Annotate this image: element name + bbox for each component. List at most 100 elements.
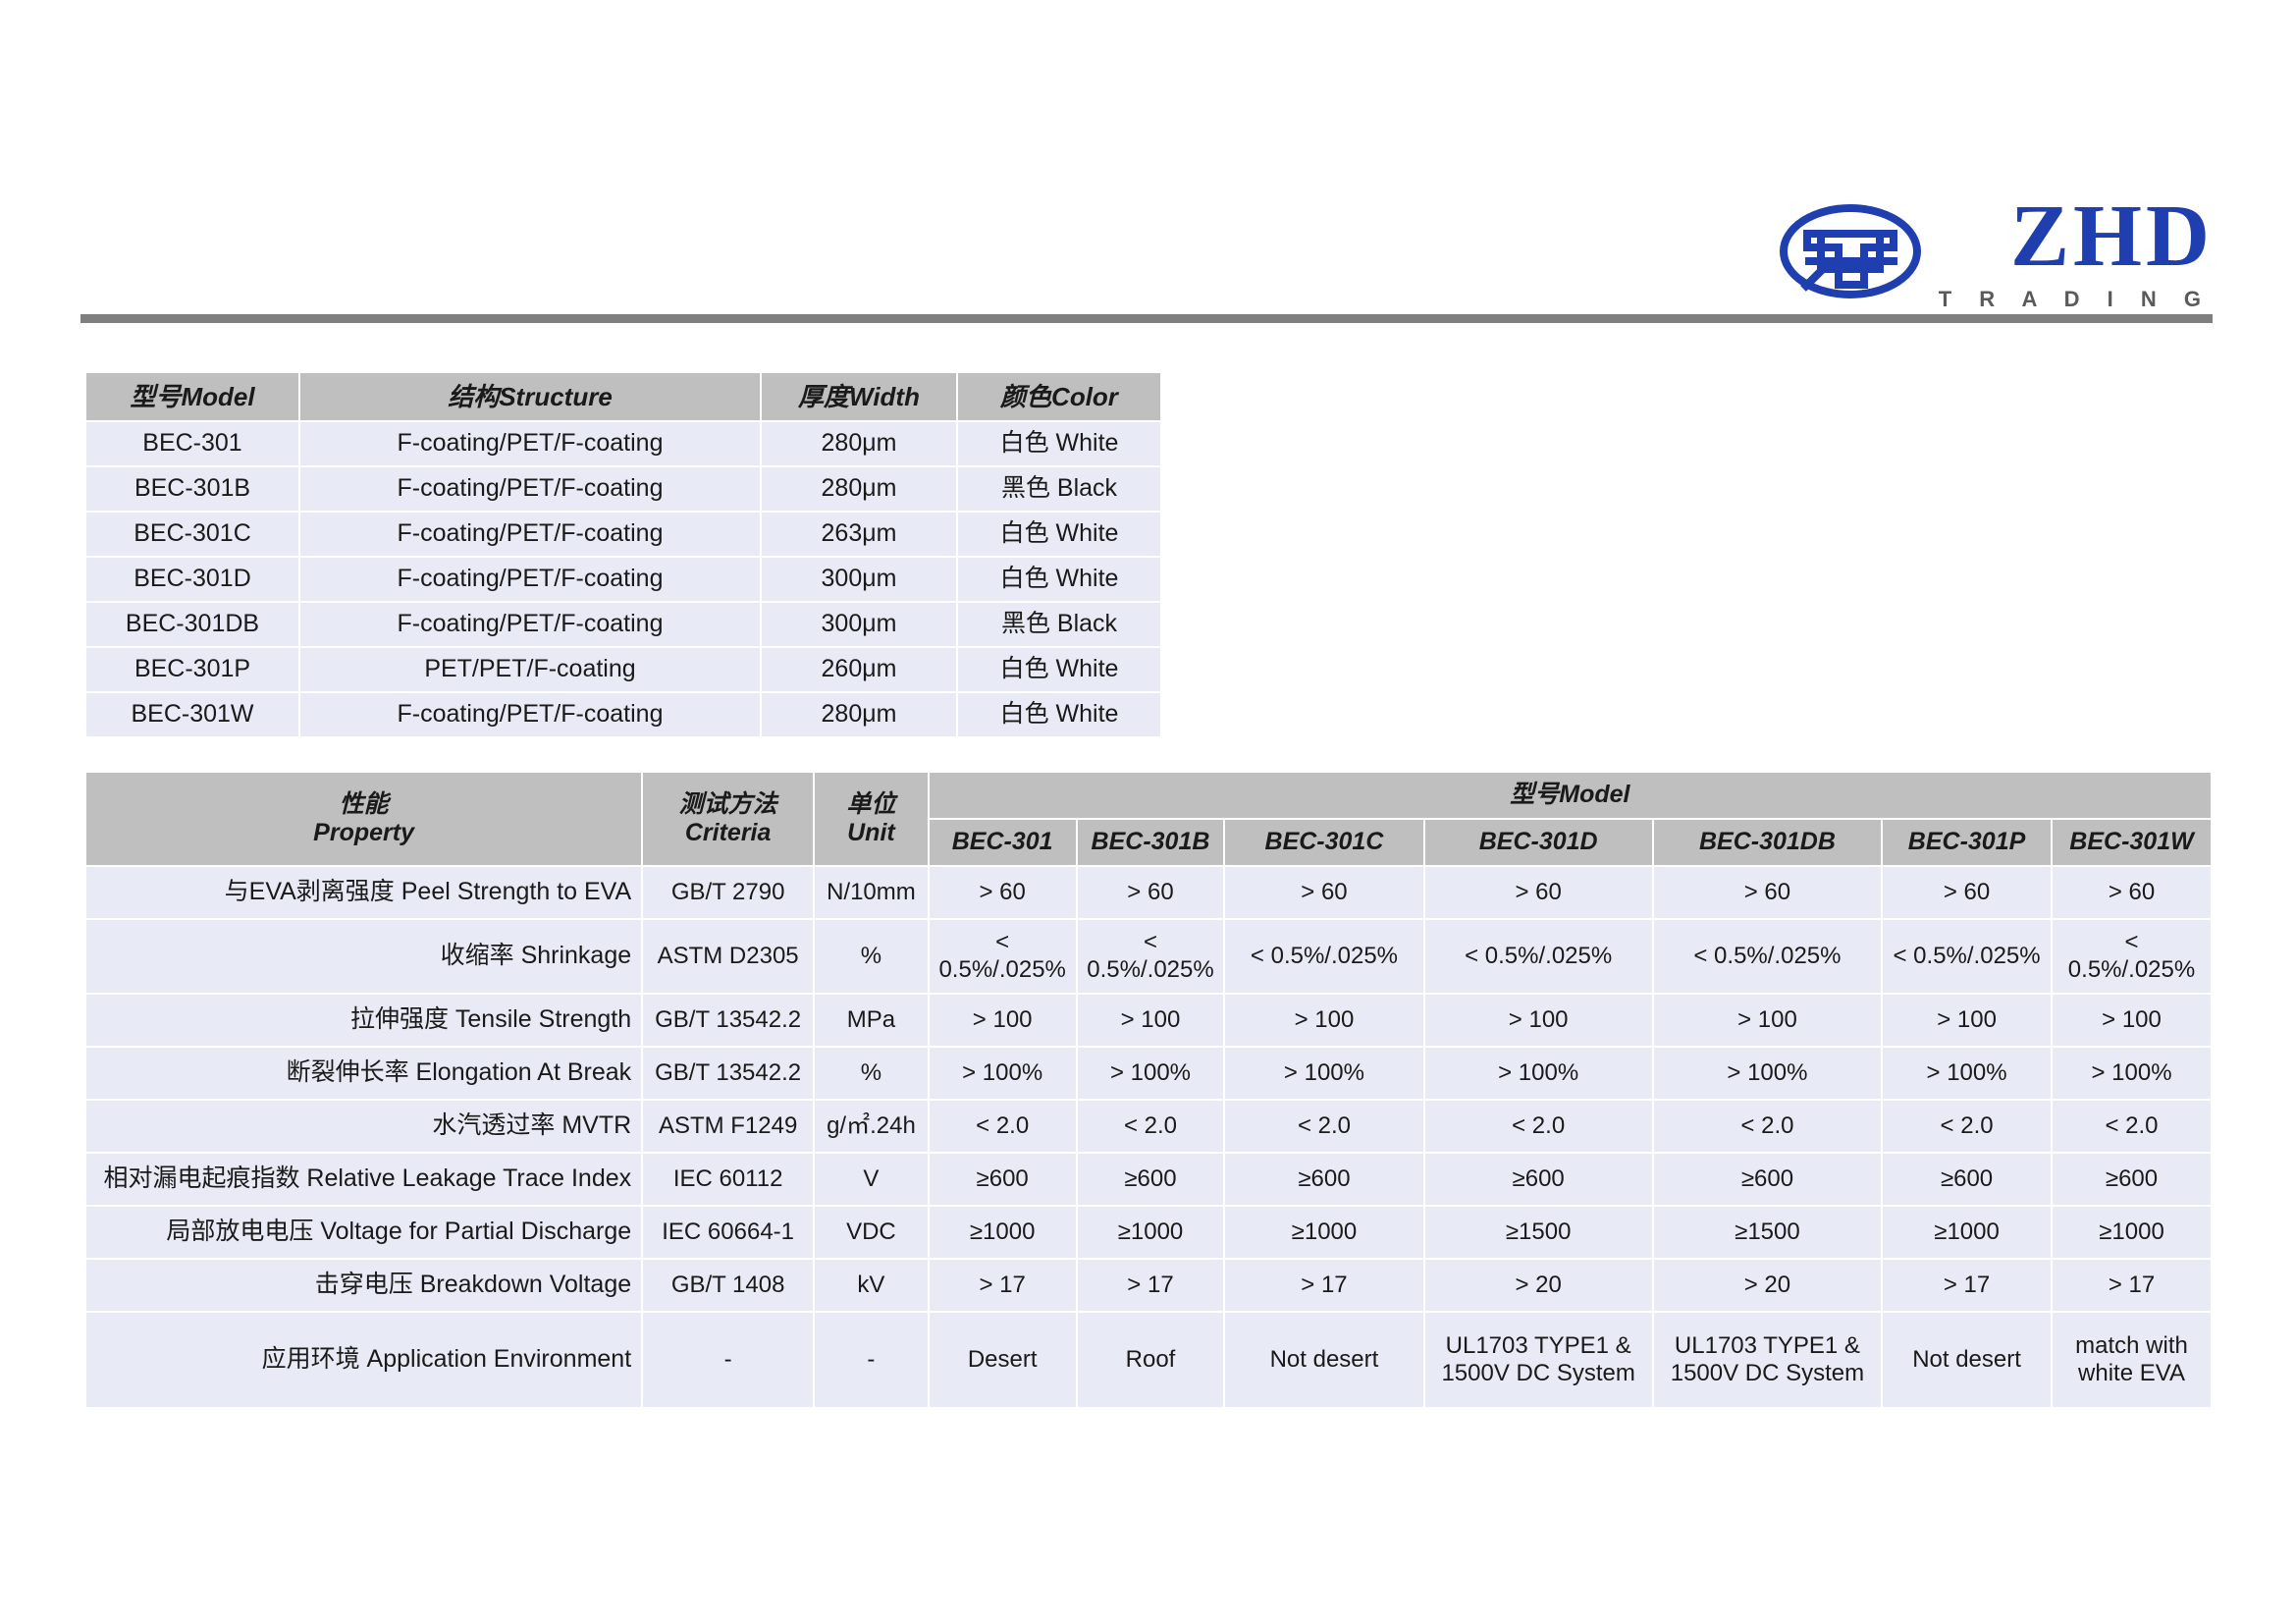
- zhd-ellipse-monogram-icon: [1778, 200, 1923, 302]
- col-header-model: 型号Model: [86, 373, 298, 420]
- cell-width: 280μm: [762, 693, 956, 736]
- cell-structure: F-coating/PET/F-coating: [300, 603, 760, 646]
- cell-value-bec-301w: > 17: [2053, 1260, 2211, 1311]
- cell-value-bec-301b: < 2.0: [1077, 1101, 1224, 1152]
- cell-value-bec-301db: ≥1500: [1653, 1207, 1882, 1258]
- brand-logo: ZHD T R A D I N G: [1778, 192, 2214, 310]
- cell-value-bec-301b: Roof: [1077, 1313, 1224, 1407]
- logo-tagline: T R A D I N G: [1938, 287, 2212, 311]
- property-spec-table: 性能 Property 测试方法 Criteria 单位 Unit 型号Mode…: [84, 771, 2213, 1409]
- cell-color: 白色 White: [958, 558, 1160, 601]
- cell-unit: -: [815, 1313, 928, 1407]
- cell-color: 黑色 Black: [958, 603, 1160, 646]
- cell-value-bec-301p: > 100%: [1883, 1048, 2052, 1099]
- cell-value-bec-301c: ≥600: [1225, 1154, 1423, 1205]
- cell-value-bec-301c: < 2.0: [1225, 1101, 1423, 1152]
- cell-color: 黑色 Black: [958, 467, 1160, 511]
- cell-criteria: GB/T 13542.2: [643, 1048, 814, 1099]
- cell-unit: MPa: [815, 995, 928, 1046]
- cell-unit: %: [815, 920, 928, 993]
- cell-value-bec-301b: > 100: [1077, 995, 1224, 1046]
- cell-value-bec-301d: < 0.5%/.025%: [1424, 920, 1652, 993]
- cell-value-bec-301p: < 2.0: [1883, 1101, 2052, 1152]
- cell-structure: F-coating/PET/F-coating: [300, 422, 760, 465]
- model-overview-table-container: 型号Model 结构Structure 厚度Width 颜色Color BEC-…: [84, 371, 1160, 738]
- cell-value-bec-301db: > 20: [1653, 1260, 1882, 1311]
- header-divider-rule: [80, 314, 2213, 323]
- cell-value-bec-301w: ≥1000: [2053, 1207, 2211, 1258]
- cell-structure: F-coating/PET/F-coating: [300, 467, 760, 511]
- cell-property: 相对漏电起痕指数 Relative Leakage Trace Index: [86, 1154, 642, 1205]
- cell-property: 收缩率 Shrinkage: [86, 920, 642, 993]
- cell-color: 白色 White: [958, 513, 1160, 556]
- cell-value-bec-301: > 100: [929, 995, 1076, 1046]
- cell-property: 拉伸强度 Tensile Strength: [86, 995, 642, 1046]
- table-row: BEC-301C F-coating/PET/F-coating 263μm 白色 W…: [86, 513, 1160, 556]
- col-header-model-bec-301w: BEC-301W: [2053, 820, 2211, 865]
- cell-model: BEC-301P: [86, 648, 298, 691]
- cell-value-bec-301: Desert: [929, 1313, 1076, 1407]
- cell-criteria: GB/T 1408: [643, 1260, 814, 1311]
- cell-value-bec-301: ≥600: [929, 1154, 1076, 1205]
- cell-criteria: IEC 60112: [643, 1154, 814, 1205]
- cell-value-bec-301w: > 100: [2053, 995, 2211, 1046]
- cell-width: 260μm: [762, 648, 956, 691]
- cell-value-bec-301: < 2.0: [929, 1101, 1076, 1152]
- cell-value-bec-301d: UL1703 TYPE1 & 1500V DC System: [1424, 1313, 1652, 1407]
- cell-criteria: GB/T 13542.2: [643, 995, 814, 1046]
- cell-color: 白色 White: [958, 693, 1160, 736]
- cell-model: BEC-301W: [86, 693, 298, 736]
- cell-value-bec-301: > 17: [929, 1260, 1076, 1311]
- cell-property: 局部放电电压 Voltage for Partial Discharge: [86, 1207, 642, 1258]
- cell-value-bec-301w: > 100%: [2053, 1048, 2211, 1099]
- page-header: ZHD T R A D I N G: [0, 0, 2296, 334]
- cell-model: BEC-301: [86, 422, 298, 465]
- col-header-structure: 结构Structure: [300, 373, 760, 420]
- cell-criteria: GB/T 2790: [643, 867, 814, 918]
- cell-width: 263μm: [762, 513, 956, 556]
- table-row: BEC-301B F-coating/PET/F-coating 280μm 黑色 B…: [86, 467, 1160, 511]
- cell-value-bec-301d: ≥1500: [1424, 1207, 1652, 1258]
- cell-value-bec-301p: < 0.5%/.025%: [1883, 920, 2052, 993]
- logo-wordmark: ZHD: [2009, 188, 2214, 285]
- cell-value-bec-301: < 0.5%/.025%: [929, 920, 1076, 993]
- col-header-unit-en: Unit: [847, 819, 895, 846]
- cell-value-bec-301c: > 17: [1225, 1260, 1423, 1311]
- cell-value-bec-301b: ≥600: [1077, 1154, 1224, 1205]
- table-header-row-top: 性能 Property 测试方法 Criteria 单位 Unit 型号Mode…: [86, 773, 2211, 865]
- cell-criteria: -: [643, 1313, 814, 1407]
- col-header-criteria: 测试方法 Criteria: [643, 773, 814, 865]
- cell-value-bec-301b: > 100%: [1077, 1048, 1224, 1099]
- cell-model: BEC-301DB: [86, 603, 298, 646]
- cell-value-bec-301db: UL1703 TYPE1 & 1500V DC System: [1653, 1313, 1882, 1407]
- cell-model: BEC-301B: [86, 467, 298, 511]
- cell-value-bec-301b: > 60: [1077, 867, 1224, 918]
- cell-structure: F-coating/PET/F-coating: [300, 513, 760, 556]
- cell-value-bec-301p: ≥600: [1883, 1154, 2052, 1205]
- cell-value-bec-301: ≥1000: [929, 1207, 1076, 1258]
- cell-value-bec-301db: ≥600: [1653, 1154, 1882, 1205]
- cell-value-bec-301p: > 17: [1883, 1260, 2052, 1311]
- col-header-color: 颜色Color: [958, 373, 1160, 420]
- cell-value-bec-301b: < 0.5%/.025%: [1077, 920, 1224, 993]
- cell-width: 280μm: [762, 422, 956, 465]
- cell-value-bec-301c: ≥1000: [1225, 1207, 1423, 1258]
- table-row: 断裂伸长率 Elongation At Break GB/T 13542.2% > …: [86, 1048, 2211, 1099]
- col-header-width: 厚度Width: [762, 373, 956, 420]
- col-header-property-en: Property: [313, 819, 414, 846]
- table-row: 局部放电电压 Voltage for Partial Discharge IEC …: [86, 1207, 2211, 1258]
- cell-value-bec-301p: ≥1000: [1883, 1207, 2052, 1258]
- table-row: 拉伸强度 Tensile Strength GB/T 13542.2 MPa > 10…: [86, 995, 2211, 1046]
- cell-criteria: ASTM F1249: [643, 1101, 814, 1152]
- table-header-row: 型号Model 结构Structure 厚度Width 颜色Color: [86, 373, 1160, 420]
- cell-value-bec-301c: < 0.5%/.025%: [1225, 920, 1423, 993]
- table-row: 应用环境 Application Environment - - Desert Roof…: [86, 1313, 2211, 1407]
- cell-criteria: ASTM D2305: [643, 920, 814, 993]
- table-row: BEC-301P PET/PET/F-coating 260μm 白色 White: [86, 648, 1160, 691]
- cell-value-bec-301d: > 100%: [1424, 1048, 1652, 1099]
- col-header-unit: 单位 Unit: [815, 773, 928, 865]
- cell-value-bec-301w: < 0.5%/.025%: [2053, 920, 2211, 993]
- cell-value-bec-301b: ≥1000: [1077, 1207, 1224, 1258]
- cell-unit: g/㎡.24h: [815, 1101, 928, 1152]
- cell-value-bec-301db: > 60: [1653, 867, 1882, 918]
